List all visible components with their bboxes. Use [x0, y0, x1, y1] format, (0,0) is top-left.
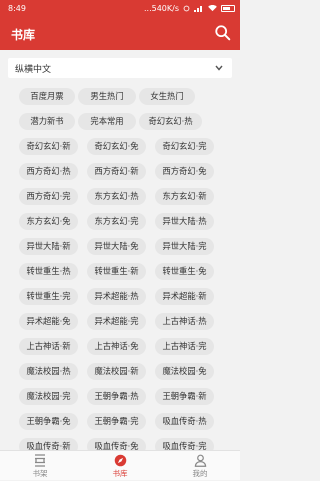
- signal-icon: [194, 6, 202, 12]
- compass-icon: [114, 454, 126, 467]
- category-chip[interactable]: 异世大陆·新: [19, 238, 78, 255]
- nav-profile[interactable]: 我的: [160, 451, 240, 481]
- category-chip[interactable]: 奇幻玄幻·免: [87, 138, 146, 155]
- category-chip[interactable]: 异世大陆·完: [155, 238, 214, 255]
- status-time: 8:49: [8, 4, 26, 13]
- category-chip[interactable]: 东方玄幻·热: [87, 188, 146, 205]
- wifi-icon: [208, 5, 217, 12]
- category-chip[interactable]: 吸血传奇·新: [19, 438, 78, 450]
- category-chip[interactable]: 异世大陆·热: [155, 213, 214, 230]
- category-chip[interactable]: 异世大陆·免: [87, 238, 146, 255]
- category-chip[interactable]: 上古神话·热: [155, 313, 214, 330]
- category-chip[interactable]: 王朝争霸·新: [155, 388, 214, 405]
- category-chip[interactable]: 女生热门: [139, 88, 195, 105]
- battery-icon: [221, 5, 235, 12]
- category-chip[interactable]: 吸血传奇·热: [155, 413, 214, 430]
- category-chip-grid: 百度月票 男生热门 女生热门潜力新书 完本常用 奇幻玄幻·热奇幻玄幻·新 奇幻玄幻·免 奇幻…: [0, 84, 240, 450]
- category-chip[interactable]: 潜力新书: [19, 113, 75, 130]
- category-chip[interactable]: 魔法校园·完: [19, 388, 78, 405]
- source-selector[interactable]: 纵横中文: [8, 58, 232, 78]
- category-chip[interactable]: 西方奇幻·热: [19, 163, 78, 180]
- source-selector-value: 纵横中文: [15, 65, 52, 75]
- category-chip[interactable]: 百度月票: [19, 88, 75, 105]
- nav-bookshelf-label: 书架: [32, 469, 48, 478]
- category-chip[interactable]: 异术超能·免: [19, 313, 78, 330]
- category-chip[interactable]: 王朝争霸·完: [87, 413, 146, 430]
- category-chip[interactable]: 东方玄幻·完: [87, 213, 146, 230]
- category-chip[interactable]: 奇幻玄幻·新: [19, 138, 78, 155]
- nav-bookshelf[interactable]: 书架: [0, 451, 80, 481]
- bookshelf-icon: [35, 454, 45, 467]
- category-chip[interactable]: 异术超能·热: [87, 288, 146, 305]
- category-chip[interactable]: 西方奇幻·免: [155, 163, 214, 180]
- page-title: 书库: [11, 28, 36, 42]
- nav-library-label: 书库: [112, 469, 128, 478]
- category-chip[interactable]: 奇幻玄幻·完: [155, 138, 214, 155]
- category-chip[interactable]: 魔法校园·新: [87, 363, 146, 380]
- category-chip[interactable]: 西方奇幻·完: [19, 188, 78, 205]
- status-bar: 8:49 ...540K/s: [0, 0, 240, 17]
- person-icon: [194, 454, 206, 467]
- category-chip[interactable]: 奇幻玄幻·热: [139, 113, 202, 130]
- category-chip[interactable]: 上古神话·新: [19, 338, 78, 355]
- category-chip[interactable]: 王朝争霸·免: [19, 413, 78, 430]
- nav-profile-label: 我的: [192, 469, 208, 478]
- nav-library[interactable]: 书库: [80, 451, 160, 481]
- category-chip[interactable]: 西方奇幻·新: [87, 163, 146, 180]
- category-chip[interactable]: 完本常用: [78, 113, 136, 130]
- category-chip[interactable]: 转世重生·免: [155, 263, 214, 280]
- category-chip[interactable]: 吸血传奇·免: [87, 438, 146, 450]
- category-chip[interactable]: 转世重生·热: [19, 263, 78, 280]
- category-chip[interactable]: 吸血传奇·完: [155, 438, 214, 450]
- category-chip[interactable]: 转世重生·完: [19, 288, 78, 305]
- network-speed: ...540K/s: [143, 4, 179, 13]
- category-chip[interactable]: 异术超能·新: [155, 288, 214, 305]
- category-chip[interactable]: 男生热门: [78, 88, 136, 105]
- status-icons: ...540K/s: [144, 4, 235, 13]
- category-chip[interactable]: 魔法校园·免: [155, 363, 214, 380]
- category-chip[interactable]: 东方玄幻·免: [19, 213, 78, 230]
- category-chip[interactable]: 转世重生·新: [87, 263, 146, 280]
- chevron-down-icon: [215, 65, 223, 71]
- bottom-nav: 书架 书库 我的: [0, 450, 240, 480]
- category-chip[interactable]: 魔法校园·热: [19, 363, 78, 380]
- app-header: 书库: [0, 17, 240, 50]
- category-chip[interactable]: 王朝争霸·热: [87, 388, 146, 405]
- category-chip[interactable]: 上古神话·完: [155, 338, 214, 355]
- alarm-icon: [183, 5, 190, 12]
- category-chip[interactable]: 异术超能·完: [87, 313, 146, 330]
- category-chip[interactable]: 东方玄幻·新: [155, 188, 214, 205]
- search-icon[interactable]: [214, 24, 232, 42]
- category-chip[interactable]: 上古神话·免: [87, 338, 146, 355]
